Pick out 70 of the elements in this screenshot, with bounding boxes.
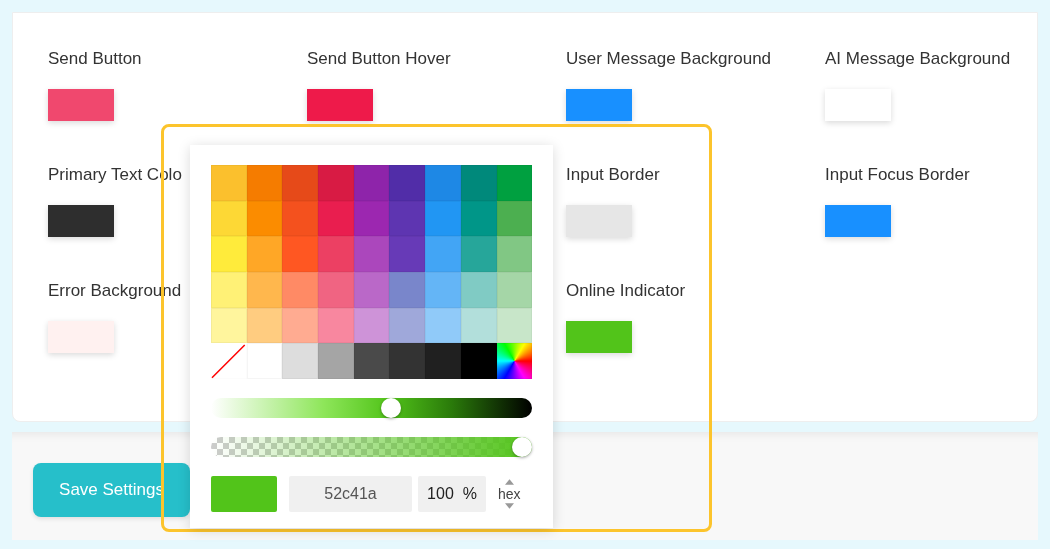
hex-input-field[interactable]: 52c41a xyxy=(289,476,412,513)
palette-swatch[interactable] xyxy=(389,272,426,308)
palette-swatch[interactable] xyxy=(282,343,319,380)
palette-swatch[interactable] xyxy=(318,200,354,237)
color-swatch[interactable] xyxy=(48,321,114,353)
color-swatch[interactable] xyxy=(825,205,891,237)
shade-slider[interactable] xyxy=(211,398,532,419)
setting-label: Input Border xyxy=(566,165,660,185)
palette-swatch[interactable] xyxy=(318,343,354,380)
color-swatch[interactable] xyxy=(566,89,632,121)
palette-swatch[interactable] xyxy=(496,236,533,273)
palette-swatch[interactable] xyxy=(389,165,426,201)
palette-swatch[interactable] xyxy=(318,236,354,273)
palette-swatch[interactable] xyxy=(318,272,354,308)
palette-swatch[interactable] xyxy=(318,165,354,201)
palette-swatch[interactable] xyxy=(211,200,247,237)
palette-swatch[interactable] xyxy=(211,272,247,308)
slider-handle[interactable] xyxy=(512,437,532,458)
up-arrow-icon[interactable] xyxy=(504,479,514,486)
setting-label: Send Button Hover xyxy=(307,49,451,69)
slider-handle[interactable] xyxy=(380,398,401,419)
palette-swatch[interactable] xyxy=(282,200,319,237)
spectrum-swatch[interactable] xyxy=(496,343,533,380)
palette-swatch[interactable] xyxy=(425,236,461,273)
down-arrow-icon[interactable] xyxy=(504,503,514,510)
palette-swatch[interactable] xyxy=(389,307,426,344)
palette-swatch[interactable] xyxy=(353,272,390,308)
palette-swatch[interactable] xyxy=(389,236,426,273)
palette-swatch[interactable] xyxy=(211,165,247,201)
palette-swatch[interactable] xyxy=(496,272,533,308)
palette-swatch[interactable] xyxy=(318,307,354,344)
setting-label: Send Button xyxy=(48,49,142,69)
palette-swatch[interactable] xyxy=(389,200,426,237)
palette-swatch[interactable] xyxy=(496,165,533,201)
palette-swatch[interactable] xyxy=(425,343,461,380)
palette-swatch[interactable] xyxy=(246,272,283,308)
palette-swatch[interactable] xyxy=(389,343,426,380)
color-swatch[interactable] xyxy=(307,89,373,121)
palette-swatch[interactable] xyxy=(246,165,283,201)
color-swatch[interactable] xyxy=(566,205,632,237)
palette-swatch[interactable] xyxy=(460,236,497,273)
palette-swatch[interactable] xyxy=(353,236,390,273)
palette-swatch[interactable] xyxy=(425,307,461,344)
palette-swatch[interactable] xyxy=(211,307,247,344)
palette-swatch[interactable] xyxy=(282,236,319,273)
color-swatch[interactable] xyxy=(48,89,114,121)
alpha-slider[interactable] xyxy=(211,437,532,458)
color-swatch[interactable] xyxy=(566,321,632,353)
palette-swatch[interactable] xyxy=(425,272,461,308)
palette-swatch[interactable] xyxy=(425,200,461,237)
setting-label: Online Indicator xyxy=(566,281,686,301)
palette-swatch[interactable] xyxy=(425,165,461,201)
palette-swatch[interactable] xyxy=(353,343,390,380)
alpha-input-field[interactable]: 100 % xyxy=(418,476,486,513)
palette-swatch[interactable] xyxy=(282,307,319,344)
setting-label: User Message Background xyxy=(566,49,772,69)
palette-swatch[interactable] xyxy=(211,236,247,273)
color-swatch[interactable] xyxy=(825,89,891,121)
setting-label: Input Focus Border xyxy=(825,165,970,185)
palette-swatch[interactable] xyxy=(246,236,283,273)
format-toggle[interactable]: hex xyxy=(498,485,521,504)
palette-swatch[interactable] xyxy=(460,272,497,308)
palette-swatch[interactable] xyxy=(282,272,319,308)
palette-swatch[interactable] xyxy=(282,165,319,201)
palette-swatch[interactable] xyxy=(460,343,497,380)
palette-swatch[interactable] xyxy=(353,165,390,201)
palette-swatch[interactable] xyxy=(246,343,283,380)
palette-swatch[interactable] xyxy=(460,165,497,201)
setting-label: AI Message Background xyxy=(825,49,1011,69)
color-swatch[interactable] xyxy=(48,205,114,237)
